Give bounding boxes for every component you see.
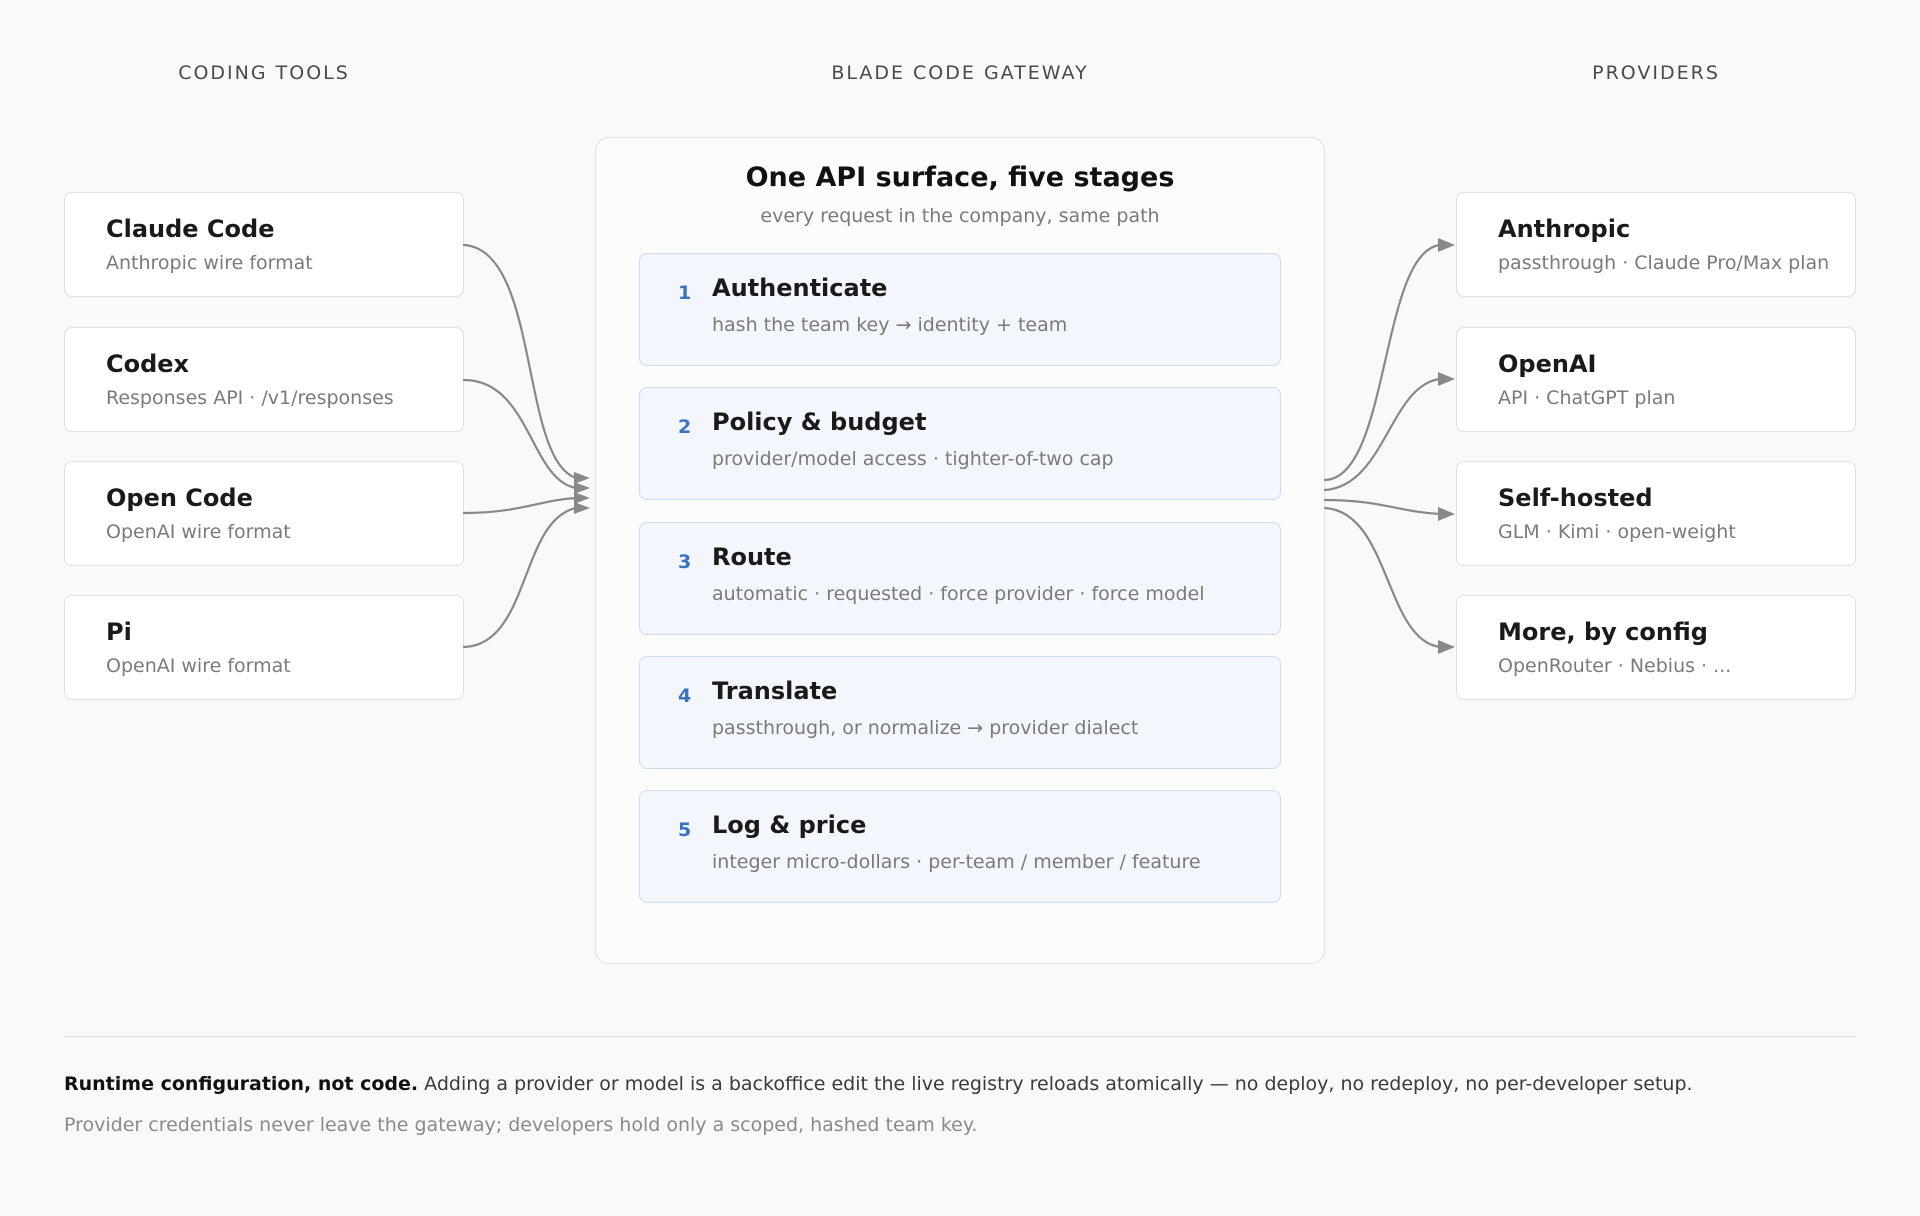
arrow-open-code-to-gateway [462, 496, 578, 515]
arrow-pi-to-gateway [462, 506, 578, 649]
arrowhead-anthropic [1438, 238, 1455, 252]
arrowhead-more [1438, 640, 1455, 654]
connector-arrows [462, 238, 1455, 654]
arrowhead-claude-code [574, 472, 590, 484]
arrowhead-open-code [574, 492, 590, 504]
arrowhead-codex [574, 482, 590, 494]
arrowhead-openai [1438, 372, 1455, 386]
footer-note-bold: Runtime configuration, not code. [64, 1073, 419, 1095]
footer-note: Runtime configuration, not code. Adding … [64, 1073, 1693, 1095]
arrow-gateway-to-more [1323, 506, 1442, 649]
arrow-gateway-to-anthropic [1323, 243, 1442, 482]
footer-note-text: Adding a provider or model is a backoffi… [418, 1073, 1693, 1095]
arrowhead-self-hosted [1438, 507, 1455, 521]
arrow-codex-to-gateway [462, 378, 578, 490]
arrowhead-pi [574, 502, 590, 514]
footer-credentials-note: Provider credentials never leave the gat… [64, 1114, 978, 1136]
arrow-claude-code-to-gateway [462, 243, 578, 480]
footer-divider [64, 1036, 1856, 1037]
